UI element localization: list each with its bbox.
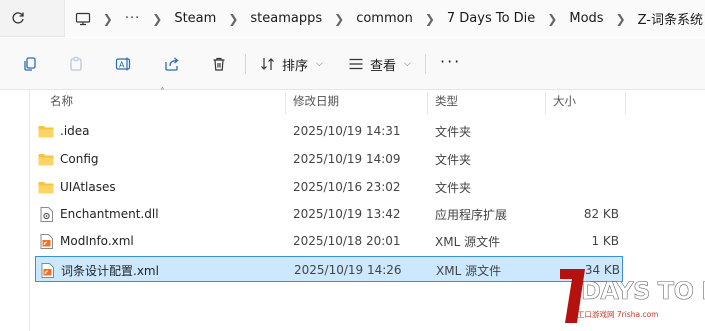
sort-ascending-icon: ˄ (160, 87, 165, 98)
pane-divider (29, 90, 30, 331)
file-date: 2025/10/19 14:31 (293, 124, 401, 138)
copy-button[interactable] (18, 52, 42, 76)
toolbar-divider (245, 54, 246, 74)
breadcrumb-steam[interactable]: Steam (172, 11, 218, 26)
file-name: 词条设计配置.xml (61, 263, 159, 278)
address-bar: ❯ ··· ❯ Steam ❯ steamapps ❯ common ❯ 7 D… (0, 0, 705, 37)
column-header-name[interactable]: 名称 (50, 90, 73, 112)
file-date: 2025/10/18 20:01 (293, 234, 401, 248)
column-header-size[interactable]: 大小 (553, 90, 576, 112)
file-type: XML 源文件 (436, 263, 502, 278)
chevron-down-icon: ⌵ (316, 59, 323, 69)
chevron-right-icon[interactable]: ❯ (334, 12, 344, 26)
breadcrumb-current-folder[interactable]: Z-词条系统 (636, 9, 705, 28)
file-size (545, 118, 619, 144)
share-button[interactable] (160, 52, 184, 76)
file-name: Enchantment.dll (60, 207, 159, 221)
svg-text:A: A (119, 61, 125, 70)
file-type: 文件夹 (435, 152, 472, 167)
breadcrumb-mods[interactable]: Mods (567, 11, 605, 26)
toolbar-divider (425, 54, 426, 74)
view-list-icon (349, 58, 363, 70)
dll-file-icon (38, 206, 54, 222)
chevron-right-icon[interactable]: ❯ (152, 12, 162, 26)
file-name: .idea (60, 124, 90, 138)
watermark-logo: DAYS TO DIE 工口游戏网 7risha.com (555, 265, 705, 331)
this-pc-icon[interactable] (73, 12, 93, 26)
share-icon (165, 57, 179, 71)
file-date: 2025/10/19 14:09 (293, 152, 401, 166)
paste-icon (70, 56, 82, 71)
paste-button[interactable] (64, 52, 88, 76)
sort-label: 排序 (282, 58, 309, 74)
column-divider[interactable] (427, 92, 428, 114)
file-name: ModInfo.xml (60, 234, 134, 248)
view-label: 查看 (370, 58, 397, 74)
file-size: 82 KB (583, 207, 619, 221)
chevron-right-icon[interactable]: ❯ (547, 12, 557, 26)
view-button[interactable]: 查看 ⌵ (348, 52, 411, 76)
file-date: 2025/10/19 13:42 (293, 207, 401, 221)
trash-icon (213, 57, 225, 71)
command-bar: A 排序 ⌵ 查看 ⌵ ··· (0, 38, 705, 90)
refresh-icon (12, 12, 24, 24)
column-header-type[interactable]: 类型 (435, 90, 458, 112)
folder-icon (38, 124, 54, 138)
file-type: 文件夹 (435, 180, 472, 195)
more-options-button[interactable]: ··· (440, 52, 461, 71)
sort-button[interactable]: 排序 ⌵ (260, 52, 323, 76)
refresh-button[interactable] (0, 0, 36, 37)
folder-icon (38, 152, 54, 166)
breadcrumb-common[interactable]: common (354, 11, 415, 26)
chevron-right-icon[interactable]: ❯ (228, 12, 238, 26)
breadcrumb-overflow[interactable]: ··· (123, 11, 142, 26)
file-name: Config (60, 152, 99, 166)
xml-file-icon (39, 262, 55, 278)
list-item[interactable]: ModInfo.xml 2025/10/18 20:01 XML 源文件 1 K… (35, 228, 623, 254)
chevron-right-icon[interactable]: ❯ (103, 12, 113, 26)
delete-button[interactable] (207, 52, 231, 76)
sort-icon (261, 58, 274, 70)
list-item[interactable]: .idea 2025/10/19 14:31 文件夹 (35, 118, 623, 144)
list-item-selected[interactable]: 词条设计配置.xml 2025/10/19 14:26 XML 源文件 34 K… (35, 256, 623, 282)
chevron-down-icon: ⌵ (404, 59, 411, 69)
column-divider[interactable] (545, 92, 546, 114)
column-divider[interactable] (625, 92, 626, 114)
file-date: 2025/10/19 14:26 (294, 263, 402, 277)
file-type: 文件夹 (435, 124, 472, 139)
rename-icon: A (115, 57, 131, 71)
breadcrumb-7-days-to-die[interactable]: 7 Days To Die (445, 11, 537, 26)
breadcrumb-steamapps[interactable]: steamapps (248, 11, 324, 26)
rename-button[interactable]: A (112, 52, 136, 76)
column-header-date[interactable]: 修改日期 (293, 90, 339, 112)
copy-icon (24, 57, 36, 71)
list-item[interactable]: Enchantment.dll 2025/10/19 13:42 应用程序扩展 … (35, 201, 623, 227)
chevron-right-icon[interactable]: ❯ (425, 12, 435, 26)
list-item[interactable]: UIAtlases 2025/10/16 23:02 文件夹 (35, 174, 623, 200)
file-size: 1 KB (591, 234, 619, 248)
breadcrumb[interactable]: ❯ ··· ❯ Steam ❯ steamapps ❯ common ❯ 7 D… (64, 0, 705, 37)
list-item[interactable]: Config 2025/10/19 14:09 文件夹 (35, 146, 623, 172)
chevron-right-icon[interactable]: ❯ (616, 12, 626, 26)
file-type: 应用程序扩展 (435, 207, 508, 222)
file-size (545, 146, 619, 172)
file-name: UIAtlases (60, 180, 116, 194)
file-type: XML 源文件 (435, 234, 501, 249)
xml-file-icon (38, 233, 54, 249)
svg-text:工口游戏网 7risha.com: 工口游戏网 7risha.com (577, 309, 658, 319)
file-size (545, 174, 619, 200)
svg-text:DAYS TO DIE: DAYS TO DIE (581, 277, 705, 305)
file-date: 2025/10/16 23:02 (293, 180, 401, 194)
column-divider[interactable] (285, 92, 286, 114)
folder-icon (38, 180, 54, 194)
